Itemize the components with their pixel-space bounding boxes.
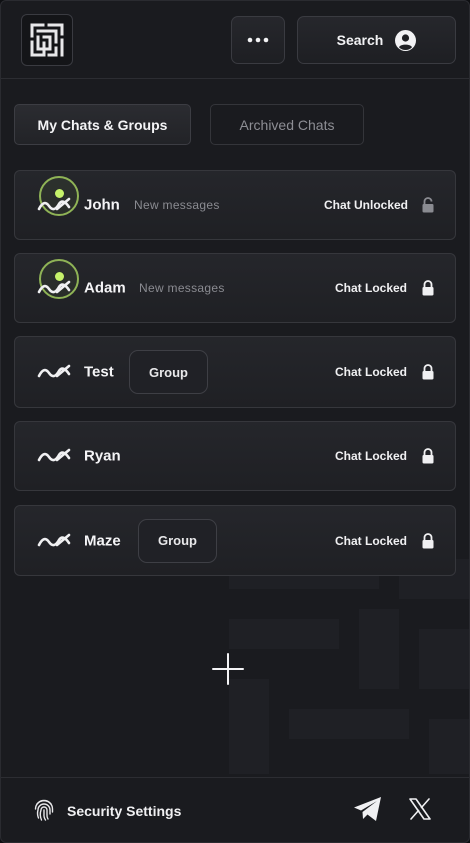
search-button-label: Search <box>336 32 384 48</box>
chat-row-test[interactable]: Test Group Chat Locked <box>14 336 456 408</box>
chat-status: Chat Locked <box>334 533 407 548</box>
wave-chat-icon <box>37 533 71 546</box>
user-circle-icon <box>395 29 417 51</box>
telegram-icon[interactable] <box>353 796 383 822</box>
maze-logo-icon <box>30 23 64 57</box>
top-bar: Search <box>1 1 469 79</box>
more-horizontal-icon <box>247 37 269 43</box>
footer-bar: Security Settings <box>1 777 469 842</box>
x-twitter-icon[interactable] <box>409 798 431 820</box>
chat-name: Test <box>84 363 114 381</box>
security-settings-link[interactable]: Security Settings <box>67 803 181 819</box>
chat-row-adam[interactable]: Adam New messages Chat Locked <box>14 253 456 323</box>
wave-chat-icon <box>37 364 71 378</box>
wave-chat-icon <box>37 280 71 294</box>
chat-status: Chat Locked <box>334 365 407 379</box>
chat-status: Chat Locked <box>334 281 407 295</box>
chat-name: Maze <box>84 532 121 549</box>
chat-name: Ryan <box>84 447 121 465</box>
maze-background-pattern <box>229 559 469 774</box>
lock-icon[interactable] <box>421 448 435 464</box>
chat-row-john[interactable]: John New messages Chat Unlocked <box>14 170 456 240</box>
wave-chat-icon <box>37 197 71 211</box>
group-badge[interactable]: Group <box>129 350 208 394</box>
unlock-icon[interactable] <box>421 197 435 213</box>
tab-my-chats-groups[interactable]: My Chats & Groups <box>14 104 191 145</box>
chat-name: John <box>84 196 120 214</box>
chat-status: Chat Locked <box>334 449 407 463</box>
lock-icon[interactable] <box>421 532 435 549</box>
app-logo[interactable] <box>21 14 73 66</box>
plus-icon[interactable] <box>211 652 245 686</box>
app-window: Search My Chats & Groups Archived Chats … <box>0 0 470 843</box>
fingerprint-icon <box>34 799 54 821</box>
chat-subtitle: New messages <box>134 198 220 212</box>
lock-icon[interactable] <box>421 364 435 380</box>
chat-subtitle: New messages <box>139 281 225 295</box>
chat-name: Adam <box>84 279 126 297</box>
more-options-button[interactable] <box>231 16 285 64</box>
search-button[interactable]: Search <box>297 16 456 64</box>
chat-row-maze[interactable]: Maze Group Chat Locked <box>14 505 456 576</box>
tab-archived-chats[interactable]: Archived Chats <box>210 104 364 145</box>
chat-row-ryan[interactable]: Ryan Chat Locked <box>14 421 456 491</box>
chat-status: Chat Unlocked <box>323 198 408 212</box>
group-badge[interactable]: Group <box>138 518 217 563</box>
wave-chat-icon <box>37 448 71 462</box>
lock-icon[interactable] <box>421 280 435 296</box>
